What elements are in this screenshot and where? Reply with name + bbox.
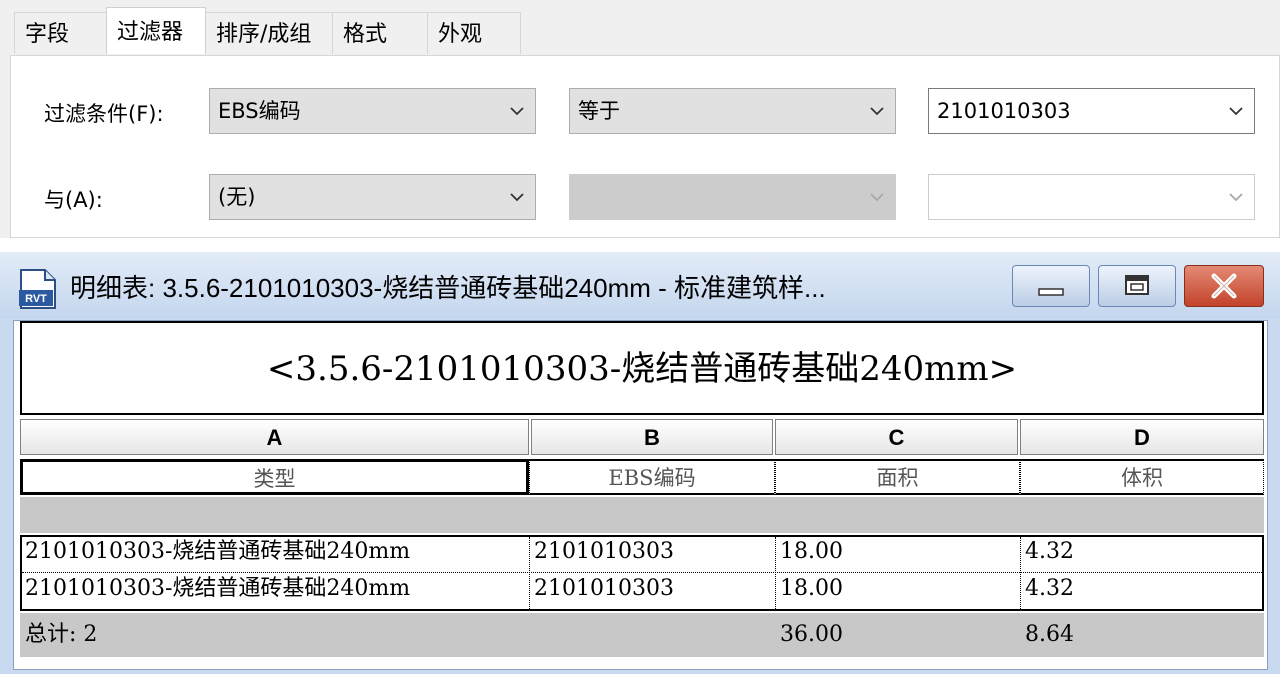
chevron-down-icon <box>869 189 885 205</box>
group-header-band <box>20 497 1264 533</box>
table-cell[interactable]: 2101010303 <box>529 572 775 608</box>
table-cell[interactable]: 18.00 <box>775 572 1020 608</box>
table-cell[interactable]: 4.32 <box>1020 535 1264 571</box>
header-area[interactable]: 面积 <box>775 459 1020 495</box>
close-icon <box>1211 273 1237 299</box>
filter-operator-value: 等于 <box>578 99 620 123</box>
and-field-select[interactable]: (无) <box>209 174 536 220</box>
schedule-title[interactable]: <3.5.6-2101010303-烧结普通砖基础240mm> <box>20 321 1264 415</box>
filter-field-value: EBS编码 <box>218 99 301 123</box>
tab-sorting-grouping[interactable]: 排序/成组 <box>205 12 333 54</box>
tab-strip: 字段 过滤器 排序/成组 格式 外观 <box>14 7 521 56</box>
revit-icon-label: RVT <box>25 293 47 305</box>
tab-filter[interactable]: 过滤器 <box>106 7 206 54</box>
restore-icon <box>1125 275 1149 295</box>
and-field-value: (无) <box>218 185 256 209</box>
filter-operator-select[interactable]: 等于 <box>569 88 896 134</box>
table-cell[interactable]: 2101010303-烧结普通砖基础240mm <box>20 572 529 608</box>
table-cell[interactable]: 4.32 <box>1020 572 1264 608</box>
restore-button[interactable] <box>1098 265 1176 307</box>
grand-total-volume: 8.64 <box>1025 622 1074 647</box>
column-letter-c[interactable]: C <box>775 419 1018 455</box>
tab-appearance[interactable]: 外观 <box>427 12 521 54</box>
grand-total-row <box>20 613 1264 657</box>
filter-field-select[interactable]: EBS编码 <box>209 88 536 134</box>
header-ebs-code[interactable]: EBS编码 <box>529 459 775 495</box>
column-letter-a[interactable]: A <box>20 419 529 455</box>
close-button[interactable] <box>1184 265 1264 307</box>
filter-value-combo[interactable]: 2101010303 <box>928 88 1255 134</box>
schedule-properties-dialog: 字段 过滤器 排序/成组 格式 外观 过滤条件(F): EBS编码 等于 210… <box>0 0 1280 238</box>
chevron-down-icon <box>869 103 885 119</box>
table-cell[interactable]: 2101010303-烧结普通砖基础240mm <box>20 535 529 571</box>
table-cell[interactable]: 2101010303 <box>529 535 775 571</box>
and-label: 与(A): <box>44 188 103 212</box>
revit-file-icon: RVT <box>17 268 59 310</box>
minimize-button[interactable] <box>1012 265 1090 307</box>
header-volume[interactable]: 体积 <box>1020 459 1264 495</box>
grand-total-label: 总计: 2 <box>25 622 98 647</box>
column-letter-b[interactable]: B <box>531 419 773 455</box>
filter-value-text: 2101010303 <box>937 99 1071 123</box>
window-titlebar[interactable]: RVT 明细表: 3.5.6-2101010303-烧结普通砖基础240mm -… <box>0 252 1280 318</box>
and-value-combo <box>928 174 1255 220</box>
chevron-down-icon <box>509 103 525 119</box>
window-title: 明细表: 3.5.6-2101010303-烧结普通砖基础240mm - 标准建… <box>70 273 826 303</box>
header-type[interactable]: 类型 <box>20 459 529 495</box>
grand-total-area: 36.00 <box>780 622 843 647</box>
filter-by-label: 过滤条件(F): <box>44 102 164 126</box>
chevron-down-icon <box>1228 103 1244 119</box>
chevron-down-icon <box>1228 189 1244 205</box>
column-letter-d[interactable]: D <box>1020 419 1264 455</box>
minimize-icon <box>1038 288 1064 296</box>
tab-fields[interactable]: 字段 <box>14 12 107 54</box>
tab-formatting[interactable]: 格式 <box>332 12 428 54</box>
table-cell[interactable]: 18.00 <box>775 535 1020 571</box>
and-operator-select <box>569 174 896 220</box>
chevron-down-icon <box>509 189 525 205</box>
